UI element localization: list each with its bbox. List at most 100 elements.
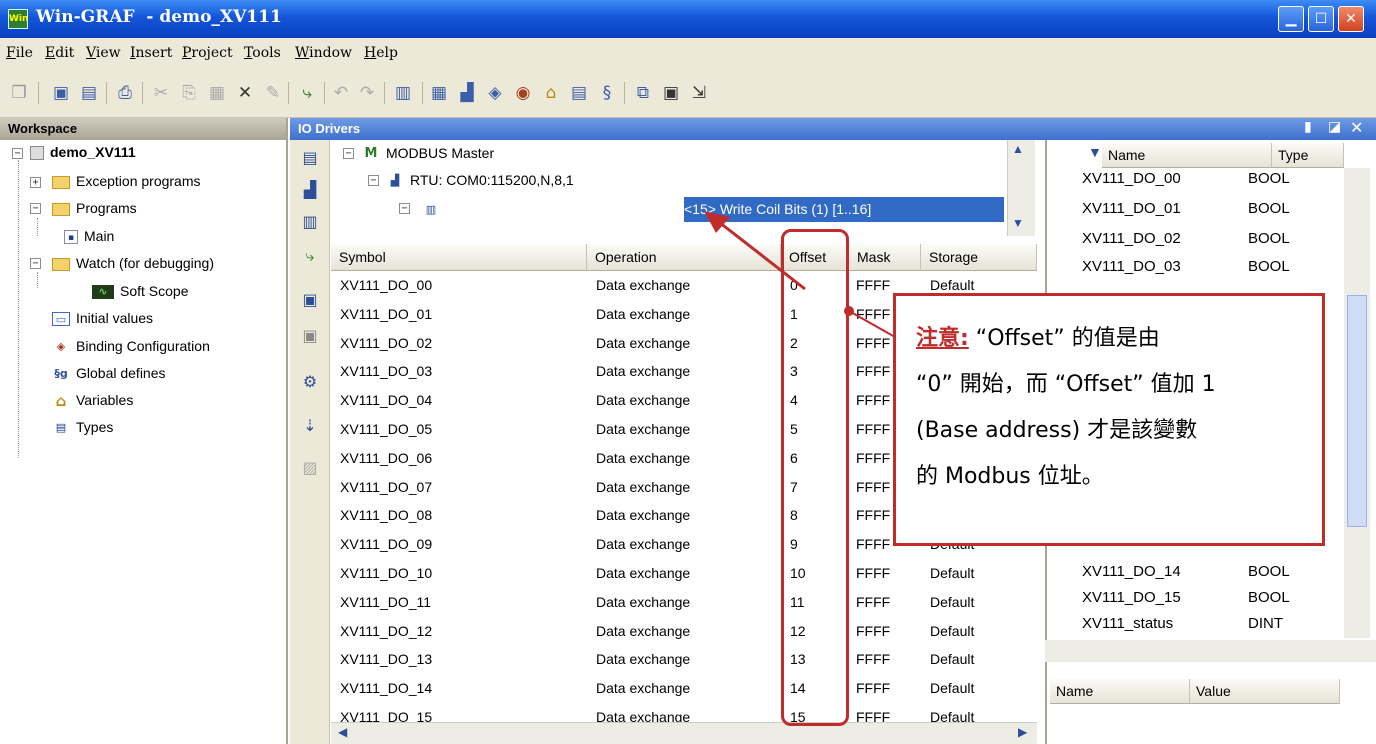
collapse-toggle[interactable]: − [30, 203, 41, 214]
collapse-toggle[interactable]: − [368, 175, 379, 186]
network-icon[interactable]: ▟ [456, 82, 478, 104]
properties-icon[interactable]: ▤ [78, 82, 100, 104]
app-icon: Win [8, 9, 28, 29]
tree-item-rtu[interactable]: ▟ RTU: COM0:115200,N,8,1 [386, 169, 574, 191]
global-defines-icon[interactable]: § [596, 82, 618, 104]
cut-icon[interactable]: ✂ [150, 82, 172, 104]
print-icon[interactable]: ⎙ [114, 82, 136, 104]
menu-tools[interactable]: Tools [244, 45, 281, 61]
insert-driver-icon[interactable]: ▤ [299, 148, 321, 170]
variable-type: BOOL [1248, 230, 1290, 247]
tree-item-project[interactable]: demo_XV111 [30, 141, 136, 163]
callout-line: 的 Modbus 位址。 [916, 464, 1104, 489]
tree-item-watch[interactable]: Watch (for debugging) [52, 252, 214, 274]
scroll-left-icon[interactable]: ◀ [338, 725, 347, 739]
watch-header-value[interactable]: Value [1190, 679, 1340, 704]
grid-icon[interactable]: ▦ [428, 82, 450, 104]
workspace-panel: Workspace [0, 118, 288, 744]
window-icon[interactable]: ⧉ [632, 82, 654, 104]
open-project-icon[interactable]: ❐ [8, 82, 30, 104]
menu-view[interactable]: View [86, 45, 121, 61]
panel-close-icon[interactable]: ✕ [1350, 118, 1363, 137]
cell-storage: Default [930, 651, 975, 668]
delete-variable-icon[interactable]: ▣ [299, 326, 321, 348]
column-header-storage[interactable]: Storage [921, 244, 1037, 271]
cell-mask: FFFF [856, 478, 891, 495]
tree-item-write-coil-bits[interactable]: ▥ <15> Write Coil Bits (1) [1..16] [422, 197, 871, 219]
redo-icon[interactable]: ↷ [356, 82, 378, 104]
delete-icon[interactable]: ✕ [234, 82, 256, 104]
menu-help[interactable]: Help [364, 45, 398, 61]
column-header-symbol[interactable]: Symbol [331, 244, 587, 271]
step-icon[interactable]: ⤷ [299, 246, 321, 268]
download-icon[interactable]: ▣ [660, 82, 682, 104]
variable-name: XV111_status [1082, 615, 1174, 632]
sort-icon[interactable]: ⇣ [299, 416, 321, 438]
variables-horizontal-scrollbar[interactable] [1045, 640, 1376, 662]
watch-header-name[interactable]: Name [1050, 679, 1190, 704]
tree-item-binding-configuration[interactable]: ◈ Binding Configuration [52, 335, 210, 357]
column-header-name[interactable]: Name [1102, 143, 1272, 168]
paste-icon[interactable]: ▦ [206, 82, 228, 104]
variables-scroll-thumb[interactable] [1347, 295, 1367, 527]
cell-operation: Data exchange [596, 478, 691, 495]
cell-mask: FFFF [856, 277, 891, 293]
column-header-type[interactable]: Type [1272, 143, 1344, 168]
undo-icon[interactable]: ↶ [330, 82, 352, 104]
types-icon[interactable]: ▤ [568, 82, 590, 104]
cell-operation: Data exchange [596, 565, 691, 581]
insert-config-icon[interactable]: ▟ [299, 180, 321, 202]
tree-item-initial-values[interactable]: ▭ Initial values [52, 307, 153, 329]
settings-icon[interactable]: ⚙ [299, 372, 321, 394]
insert-request-icon[interactable]: ▥ [299, 212, 321, 234]
menu-window[interactable]: Window [295, 45, 352, 61]
collapse-toggle[interactable]: − [399, 203, 410, 214]
panel-pin-icon[interactable]: ◪ [1328, 119, 1341, 135]
insert-variable-icon[interactable]: ▣ [299, 290, 321, 312]
tree-item-variables[interactable]: ⌂ Variables [52, 389, 134, 411]
collapse-toggle[interactable]: − [30, 258, 41, 269]
save-icon[interactable]: ▣ [50, 82, 72, 104]
find-icon[interactable]: ✎ [262, 82, 284, 104]
maximize-button[interactable]: ☐ [1308, 6, 1334, 32]
collapse-toggle[interactable]: − [343, 148, 354, 159]
table-horizontal-scrollbar[interactable] [331, 722, 1037, 744]
cell-operation: Data exchange [596, 507, 691, 524]
expand-project-toggle[interactable]: − [12, 148, 23, 159]
tree-item-global-defines[interactable]: §g Global defines [52, 362, 165, 384]
expand-toggle[interactable]: + [30, 177, 41, 188]
tree-item-main[interactable]: ▪ Main [64, 225, 114, 247]
disabled-icon[interactable]: ▨ [299, 458, 321, 480]
menu-file[interactable]: File [6, 45, 33, 61]
menu-insert[interactable]: Insert [130, 45, 172, 61]
cell-symbol: XV111_DO_09 [340, 536, 433, 553]
cell-symbol: XV111_DO_01 [340, 305, 433, 322]
menu-edit[interactable]: Edit [45, 45, 74, 61]
copy-icon[interactable]: ⎘ [178, 82, 200, 104]
panel-menu-icon[interactable]: ▮ [1304, 119, 1312, 135]
scroll-up-icon[interactable]: ▲ [1012, 142, 1024, 156]
request-icon: ▥ [425, 203, 437, 217]
column-header-mask[interactable]: Mask [849, 244, 921, 271]
tree-item-types[interactable]: ▤ Types [52, 416, 114, 438]
step-icon[interactable]: ⤷ [296, 82, 318, 104]
menu-project[interactable]: Project [182, 45, 233, 61]
tree-item-modbus-master[interactable]: M MODBUS Master [362, 142, 495, 164]
exit-icon[interactable]: ⇲ [688, 82, 710, 104]
build-icon[interactable]: ▥ [392, 82, 414, 104]
variable-type: BOOL [1248, 170, 1290, 187]
tree-item-exception-programs[interactable]: Exception programs [52, 170, 201, 192]
tree-item-soft-scope[interactable]: ∿ Soft Scope [92, 280, 189, 302]
filter-icon[interactable]: ▼ [1088, 144, 1102, 160]
scroll-right-icon[interactable]: ▶ [1018, 725, 1027, 739]
scroll-down-icon[interactable]: ▼ [1012, 216, 1024, 230]
tree-item-programs[interactable]: Programs [52, 197, 137, 219]
folder-icon [52, 202, 70, 216]
io-icon[interactable]: ◉ [512, 82, 534, 104]
home-icon[interactable]: ⌂ [540, 82, 562, 104]
cell-operation: Data exchange [596, 334, 691, 351]
close-button[interactable]: ✕ [1338, 6, 1364, 32]
tree-label: Variables [76, 392, 134, 408]
minimize-button[interactable]: ▁ [1278, 6, 1304, 32]
binding-icon[interactable]: ◈ [484, 82, 506, 104]
